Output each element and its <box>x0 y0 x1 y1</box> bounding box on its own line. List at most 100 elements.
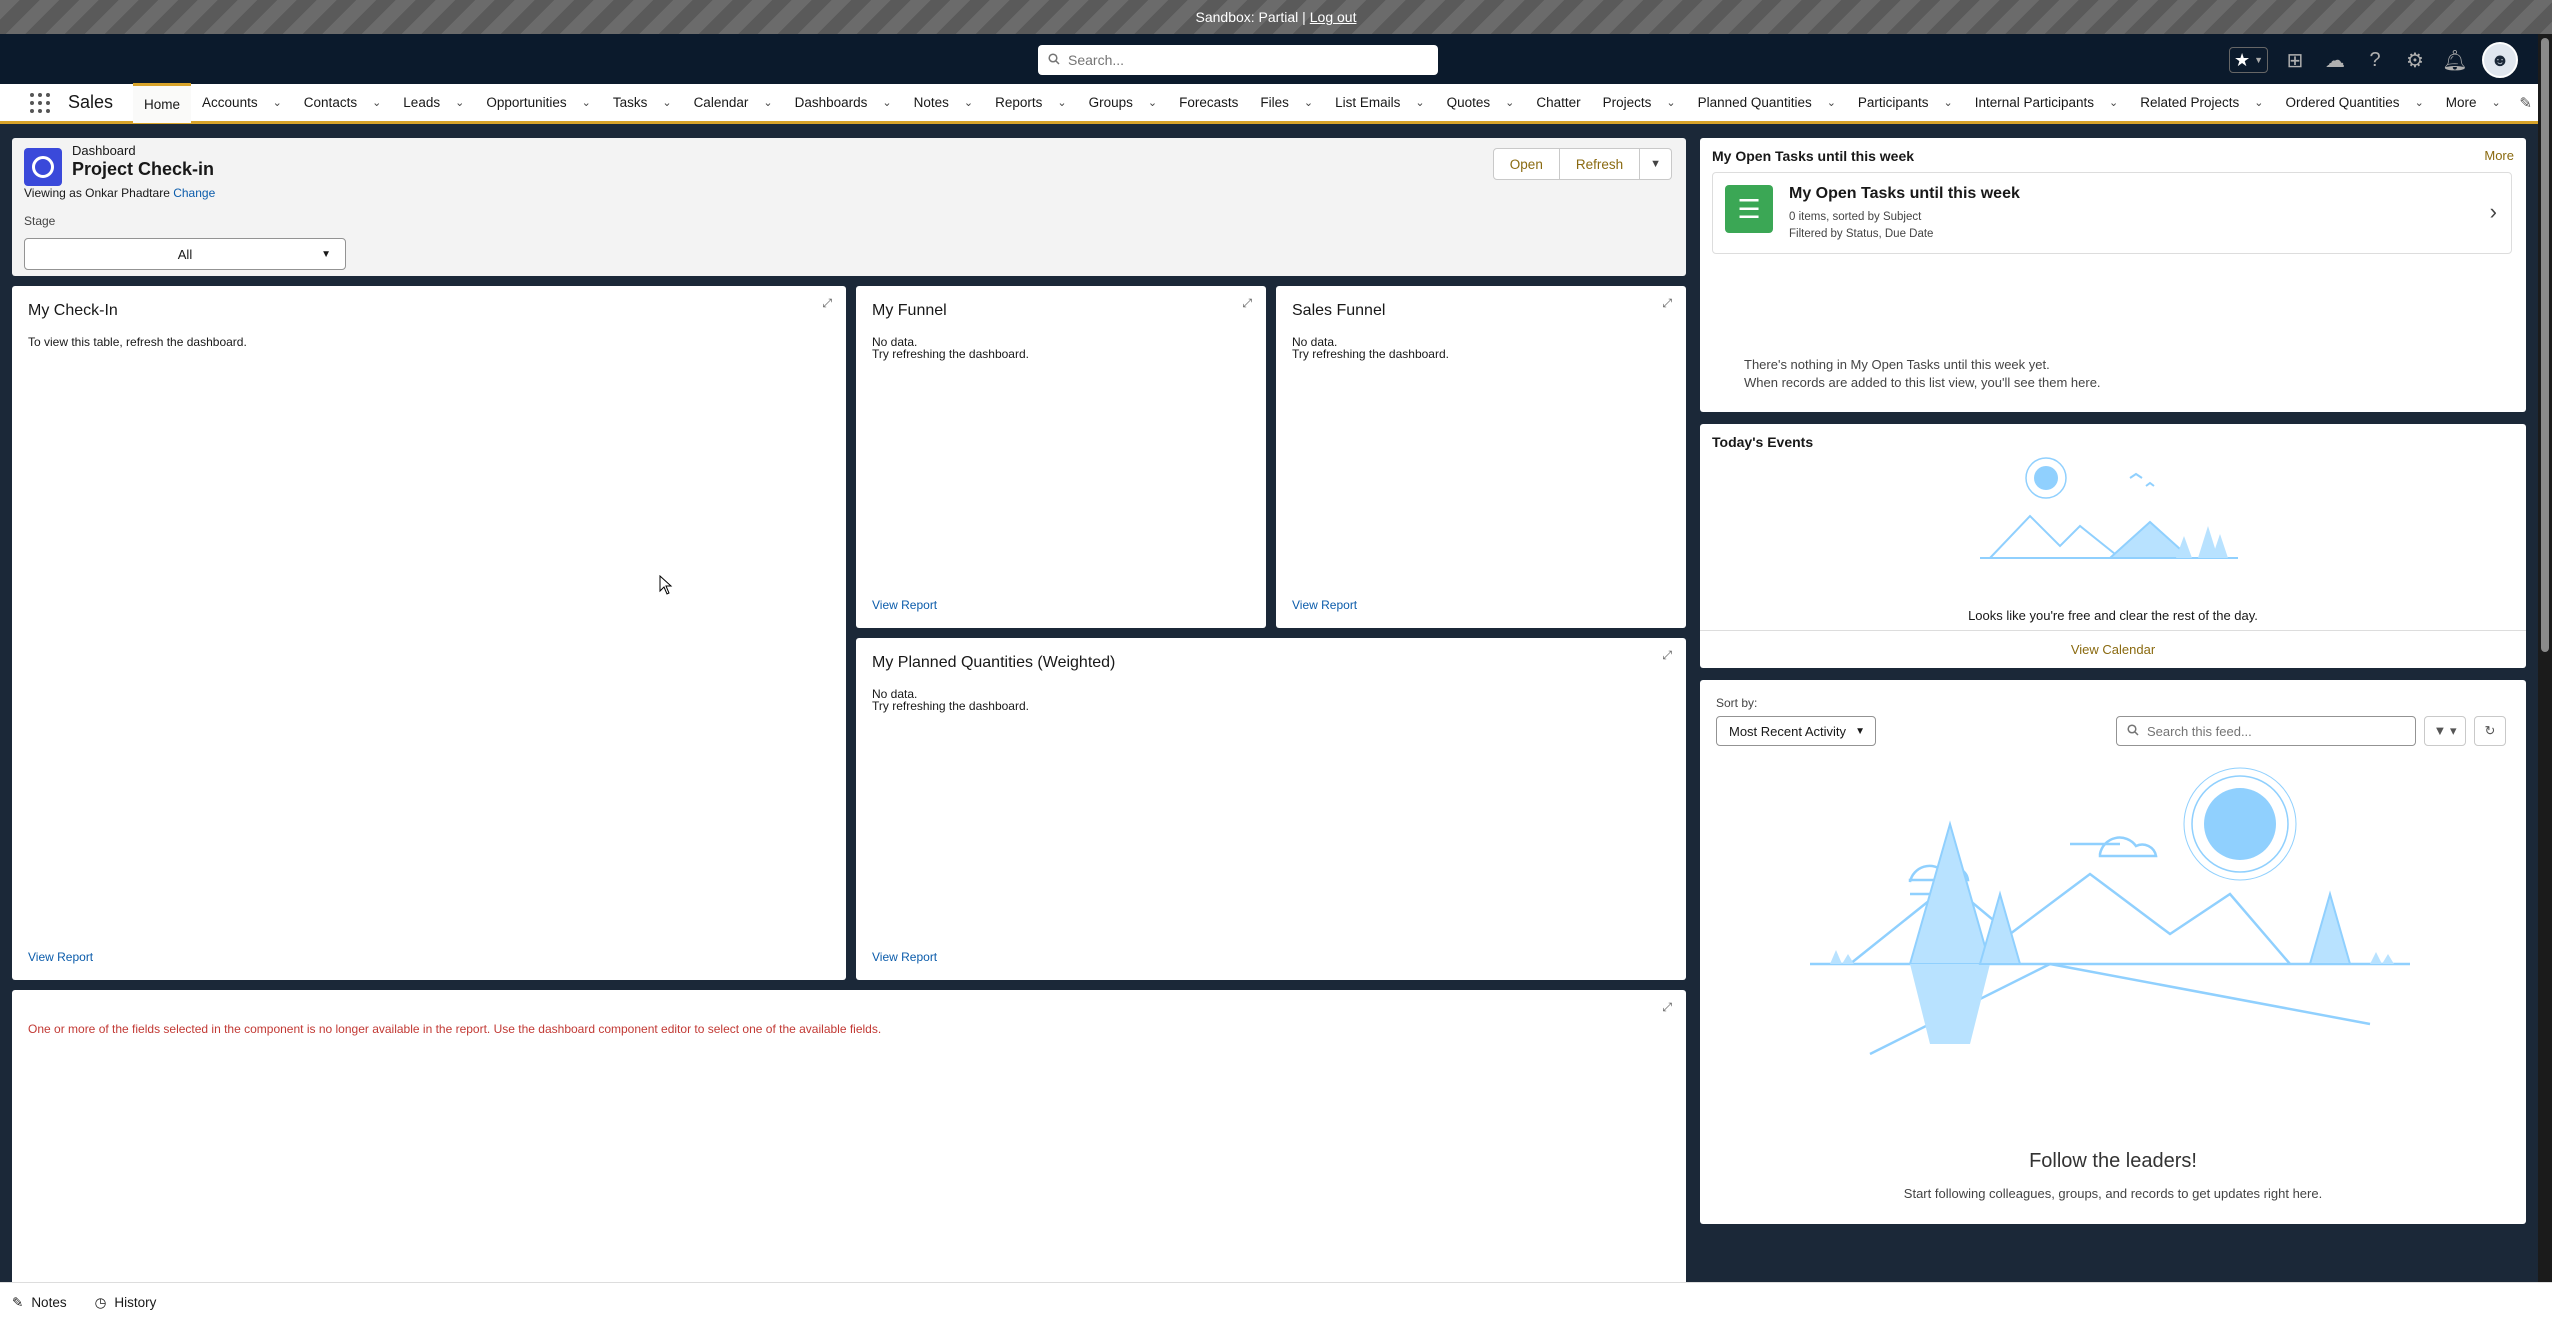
view-report-link[interactable]: View Report <box>28 950 93 964</box>
nav-item-notes[interactable]: Notes ⌄ <box>903 83 985 123</box>
view-report-link[interactable]: View Report <box>872 598 937 612</box>
nav-item-ordered-quantities[interactable]: Ordered Quantities ⌄ <box>2275 83 2435 123</box>
chevron-down-icon[interactable]: ⌄ <box>1666 96 1675 109</box>
refresh-button[interactable]: Refresh <box>1559 148 1641 180</box>
tasks-filter: Filtered by Status, Due Date <box>1789 228 1934 240</box>
nav-item-chatter[interactable]: Chatter <box>1525 83 1591 123</box>
chevron-down-icon[interactable]: ⌄ <box>455 96 464 109</box>
filter-feed-button[interactable]: ▼ ▾ <box>2424 716 2466 746</box>
nav-item-accounts[interactable]: Accounts ⌄ <box>191 83 293 123</box>
nav-item-leads[interactable]: Leads ⌄ <box>392 83 475 123</box>
sort-select[interactable]: Most Recent Activity ▼ <box>1716 716 1876 746</box>
nav-item-home[interactable]: Home <box>133 82 192 123</box>
mountains-illustration <box>1810 767 2410 1056</box>
nav-item-files[interactable]: Files ⌄ <box>1249 83 1324 123</box>
chevron-down-icon[interactable]: ⌄ <box>2492 96 2501 109</box>
chevron-down-icon[interactable]: ⌄ <box>2415 96 2424 109</box>
stage-filter-value: All <box>177 246 193 262</box>
viewing-as: Viewing as Onkar Phadtare Change <box>24 186 215 200</box>
tasks-more-link[interactable]: More <box>2484 148 2514 163</box>
nav-item-tasks[interactable]: Tasks ⌄ <box>602 83 683 123</box>
chevron-down-icon[interactable]: ⌄ <box>2109 96 2118 109</box>
nav-item-participants[interactable]: Participants ⌄ <box>1847 83 1964 123</box>
view-report-link[interactable]: View Report <box>1292 598 1357 612</box>
retry-text: Try refreshing the dashboard. <box>1292 347 1449 361</box>
global-search-input[interactable]: Search... <box>1038 45 1438 75</box>
nav-item-label: Chatter <box>1536 95 1581 110</box>
view-report-link[interactable]: View Report <box>872 950 937 964</box>
component-title: My Funnel <box>872 302 947 319</box>
global-actions-icon[interactable]: ⊞ <box>2282 47 2308 73</box>
component-my-check-in: My Check-In ⤢ To view this table, refres… <box>12 286 846 980</box>
chevron-down-icon[interactable]: ⌄ <box>1304 96 1313 109</box>
nav-item-projects[interactable]: Projects ⌄ <box>1592 83 1687 123</box>
chevron-down-icon[interactable]: ⌄ <box>1943 96 1952 109</box>
chevron-right-icon: › <box>2489 199 2497 224</box>
nav-item-label: Participants <box>1857 95 1929 110</box>
chevron-down-icon[interactable]: ⌄ <box>662 96 671 109</box>
chevron-down-icon[interactable]: ⌄ <box>1415 96 1424 109</box>
chevron-down-icon[interactable]: ⌄ <box>1505 96 1514 109</box>
chevron-down-icon: ▼ <box>1855 725 1865 737</box>
nav-item-internal-participants[interactable]: Internal Participants ⌄ <box>1964 83 2130 123</box>
nav-item-forecasts[interactable]: Forecasts <box>1168 83 1249 123</box>
app-launcher-icon[interactable] <box>20 83 60 123</box>
nav-item-related-projects[interactable]: Related Projects ⌄ <box>2129 83 2274 123</box>
chevron-down-icon[interactable]: ⌄ <box>882 96 891 109</box>
open-button[interactable]: Open <box>1492 148 1560 180</box>
star-icon: ★ <box>2233 49 2251 70</box>
expand-icon[interactable]: ⤢ <box>1242 296 1252 311</box>
nav-item-groups[interactable]: Groups ⌄ <box>1078 83 1169 123</box>
tasks-panel-title: My Open Tasks until this week <box>1712 148 1915 164</box>
nav-item-contacts[interactable]: Contacts ⌄ <box>293 83 393 123</box>
gear-icon[interactable]: ⚙ <box>2402 47 2428 73</box>
chevron-down-icon[interactable]: ⌄ <box>1057 96 1066 109</box>
more-actions-button[interactable]: ▼ <box>1640 148 1672 180</box>
nav-item-quotes[interactable]: Quotes ⌄ <box>1436 83 1526 123</box>
feed-search-input[interactable]: Search this feed... <box>2116 716 2416 746</box>
page-scrollbar[interactable] <box>2538 34 2552 1282</box>
logout-link[interactable]: Log out <box>1310 9 1357 25</box>
stage-filter-select[interactable]: All ▼ <box>24 238 346 270</box>
chevron-down-icon[interactable]: ⌄ <box>582 96 591 109</box>
edit-nav-icon[interactable]: ✎ <box>2519 94 2532 112</box>
notes-utility-button[interactable]: ✎ Notes <box>12 1295 67 1311</box>
utility-bar: ✎ Notes ◷ History <box>0 1282 2552 1322</box>
favorites-button[interactable]: ★ ▼ <box>2228 47 2268 73</box>
change-viewer-link[interactable]: Change <box>173 186 215 200</box>
refresh-feed-button[interactable]: ↻ <box>2474 716 2506 746</box>
avatar[interactable]: ☻ <box>2482 42 2518 78</box>
expand-icon[interactable]: ⤢ <box>1662 296 1672 311</box>
nav-item-list-emails[interactable]: List Emails ⌄ <box>1324 83 1435 123</box>
expand-icon[interactable]: ⤢ <box>822 296 832 311</box>
tasks-list-card[interactable]: ☰ My Open Tasks until this week 0 items,… <box>1712 172 2512 254</box>
chevron-down-icon[interactable]: ⌄ <box>1827 96 1836 109</box>
history-utility-button[interactable]: ◷ History <box>95 1295 157 1311</box>
follow-title: Follow the leaders! <box>2029 1150 2197 1172</box>
nav-item-dashboards[interactable]: Dashboards ⌄ <box>784 83 903 123</box>
events-title: Today's Events <box>1712 434 1814 450</box>
clock-icon: ◷ <box>94 1294 107 1310</box>
component-message: No data. Try refreshing the dashboard. <box>872 688 1029 712</box>
nav-item-opportunities[interactable]: Opportunities ⌄ <box>475 83 602 123</box>
tasks-empty-line: There's nothing in My Open Tasks until t… <box>1744 357 2050 372</box>
nav-item-calendar[interactable]: Calendar ⌄ <box>683 83 784 123</box>
view-calendar-link[interactable]: View Calendar <box>1700 630 2526 668</box>
nav-item-more[interactable]: More ⌄ <box>2435 83 2512 123</box>
mouse-cursor-icon <box>659 575 673 595</box>
chevron-down-icon[interactable]: ⌄ <box>1148 96 1157 109</box>
expand-icon[interactable]: ⤢ <box>1662 648 1672 663</box>
nav-item-planned-quantities[interactable]: Planned Quantities ⌄ <box>1687 83 1847 123</box>
chevron-down-icon[interactable]: ⌄ <box>273 96 282 109</box>
help-icon[interactable]: ? <box>2362 47 2388 73</box>
chevron-down-icon[interactable]: ⌄ <box>763 96 772 109</box>
trailhead-icon[interactable]: ☁ <box>2322 47 2348 73</box>
chevron-down-icon[interactable]: ⌄ <box>964 96 973 109</box>
nav-item-reports[interactable]: Reports ⌄ <box>984 83 1078 123</box>
bell-icon[interactable]: 🔔︎ <box>2442 47 2468 73</box>
global-header: Search... ★ ▼ ⊞ ☁ ? ⚙ 🔔︎ ☻ <box>0 34 2538 84</box>
chevron-down-icon[interactable]: ⌄ <box>372 96 381 109</box>
expand-icon[interactable]: ⤢ <box>1662 1000 1672 1015</box>
scrollbar-thumb[interactable] <box>2541 38 2549 652</box>
chevron-down-icon[interactable]: ⌄ <box>2254 96 2263 109</box>
